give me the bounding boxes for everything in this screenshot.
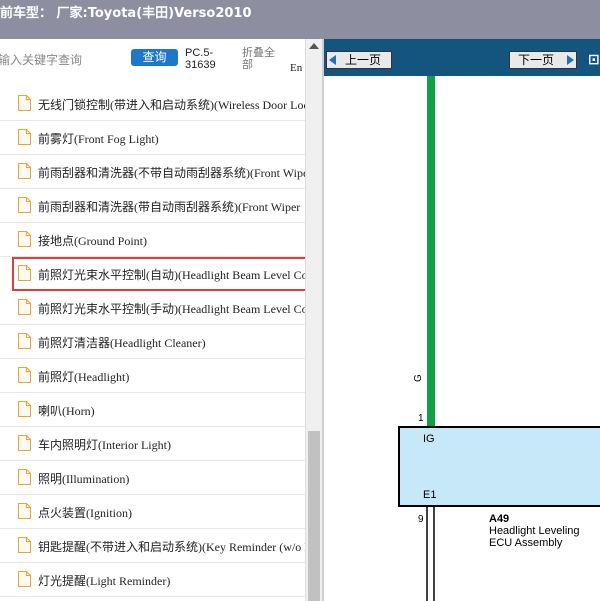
pin-number-top: 1 — [418, 413, 424, 424]
language-toggle[interactable]: En — [290, 62, 302, 74]
document-icon — [18, 299, 31, 315]
tree-item-label: 照明(Illumination) — [38, 472, 130, 486]
wire-color-label: G — [413, 374, 424, 382]
scrollbar-thumb[interactable] — [308, 431, 320, 601]
document-icon — [18, 367, 31, 383]
arrow-right-icon — [567, 55, 574, 65]
tree-item-label: 前雨刮器和清洗器(不带自动雨刮器系统)(Front Wiper — [38, 166, 305, 180]
document-icon — [18, 469, 31, 485]
tree-item-label: 前照灯清洁器(Headlight Cleaner) — [38, 336, 206, 350]
wiring-diagram: G 1 IG E1 9 A49 Headlight Leveling ECU A… — [398, 76, 600, 601]
tree-item[interactable]: 前雨刮器和清洗器(带自动雨刮器系统)(Front Wiper — [0, 189, 305, 223]
tree-item-label: 灯光提醒(Light Reminder) — [38, 574, 171, 588]
collapse-all-button[interactable]: 折叠全部 — [242, 47, 282, 71]
tree-item[interactable]: 灯光提醒(Light Reminder) — [0, 563, 305, 597]
tree-item-label: 前照灯(Headlight) — [38, 370, 130, 384]
component-name-line1: Headlight Leveling — [489, 525, 580, 537]
tree-item-label: 前雾灯(Front Fog Light) — [38, 132, 159, 146]
viewer-toolbar: 上一页 下一页 ⊡ — [324, 39, 600, 76]
tree-item-label: 无线门锁控制(带进入和启动系统)(Wireless Door Lock Cont… — [38, 98, 305, 112]
tree-item[interactable]: 喇叭(Horn) — [0, 393, 305, 427]
document-icon — [18, 571, 31, 587]
component-name-line2: ECU Assembly — [489, 537, 563, 549]
tree-item-label: 钥匙提醒(不带进入和启动系统)(Key Reminder (w/o Entry — [38, 540, 305, 554]
document-icon — [18, 129, 31, 145]
tree-item[interactable]: 车内照明灯(Interior Light) — [0, 427, 305, 461]
tree-item[interactable]: 前照灯清洁器(Headlight Cleaner) — [0, 325, 305, 359]
wire-g — [427, 76, 435, 426]
tree-item-label: 前照灯光束水平控制(手动)(Headlight Beam Level Contr… — [38, 302, 305, 316]
next-page-button[interactable]: 下一页 — [509, 51, 577, 69]
pin-e1-label: E1 — [423, 489, 436, 501]
document-icon — [18, 537, 31, 553]
arrow-left-icon — [329, 55, 336, 65]
diagram-viewer: 上一页 下一页 ⊡ G 1 IG E1 9 A49 Headlight Leve… — [324, 39, 600, 601]
search-row: 查询 PC.5-31639 折叠全部 En — [0, 39, 305, 79]
document-icon — [18, 197, 31, 213]
document-icon — [18, 163, 31, 179]
title-bar: 前车型： 厂家:Toyota(丰田)Verso2010 — [0, 0, 600, 39]
tree-item-label: 接地点(Ground Point) — [38, 234, 147, 248]
tree-item-label: 点火装置(Ignition) — [38, 506, 132, 520]
tree-item[interactable]: 无线门锁控制(带进入和启动系统)(Wireless Door Lock Cont… — [0, 87, 305, 121]
tree-item-label: 喇叭(Horn) — [38, 404, 95, 418]
search-input[interactable] — [0, 49, 118, 71]
tree-item[interactable]: 前照灯光束水平控制(手动)(Headlight Beam Level Contr… — [0, 291, 305, 325]
component-code: A49 — [489, 513, 509, 525]
tree-item[interactable]: 钥匙提醒(不带进入和启动系统)(Key Reminder (w/o Entry — [0, 529, 305, 563]
tree-item[interactable]: 前照灯(Headlight) — [0, 359, 305, 393]
document-icon — [18, 265, 31, 281]
pin-ig-label: IG — [423, 433, 435, 445]
document-icon — [18, 95, 31, 111]
prev-page-button[interactable]: 上一页 — [326, 51, 392, 69]
document-icon — [18, 435, 31, 451]
tree-item-label: 车内照明灯(Interior Light) — [38, 438, 171, 452]
pin-number-bottom: 9 — [418, 514, 424, 525]
tree-item[interactable]: 前照灯光束水平控制(自动)(Headlight Beam Level Contr… — [12, 257, 310, 291]
left-panel: 查询 PC.5-31639 折叠全部 En 无线门锁控制(带进入和启动系统)(W… — [0, 39, 322, 601]
document-icon — [18, 231, 31, 247]
tree-item[interactable]: 接地点(Ground Point) — [0, 223, 305, 257]
document-icon — [18, 333, 31, 349]
document-icon — [18, 401, 31, 417]
tree-item[interactable]: 照明(Illumination) — [0, 461, 305, 495]
prev-page-label: 上一页 — [345, 53, 382, 67]
search-button[interactable]: 查询 — [131, 49, 178, 66]
tree-item-label: 前照灯光束水平控制(自动)(Headlight Beam Level Contr… — [38, 268, 310, 282]
next-page-label: 下一页 — [518, 53, 555, 67]
tree-scrollbar[interactable] — [305, 39, 322, 601]
document-icon — [18, 503, 31, 519]
tree-item[interactable]: 前雨刮器和清洗器(不带自动雨刮器系统)(Front Wiper — [0, 155, 305, 189]
scroll-up-icon[interactable] — [309, 43, 319, 49]
tree-item-label: 前雨刮器和清洗器(带自动雨刮器系统)(Front Wiper — [38, 200, 301, 214]
circuit-tree: 无线门锁控制(带进入和启动系统)(Wireless Door Lock Cont… — [0, 87, 310, 597]
tree-item[interactable]: 前雾灯(Front Fog Light) — [0, 121, 305, 155]
vehicle-model-title: 前车型： 厂家:Toyota(丰田)Verso2010 — [0, 6, 252, 21]
pc-code-label: PC.5-31639 — [185, 47, 216, 71]
tree-item[interactable]: 点火装置(Ignition) — [0, 495, 305, 529]
page-icon[interactable]: ⊡ — [588, 52, 600, 68]
